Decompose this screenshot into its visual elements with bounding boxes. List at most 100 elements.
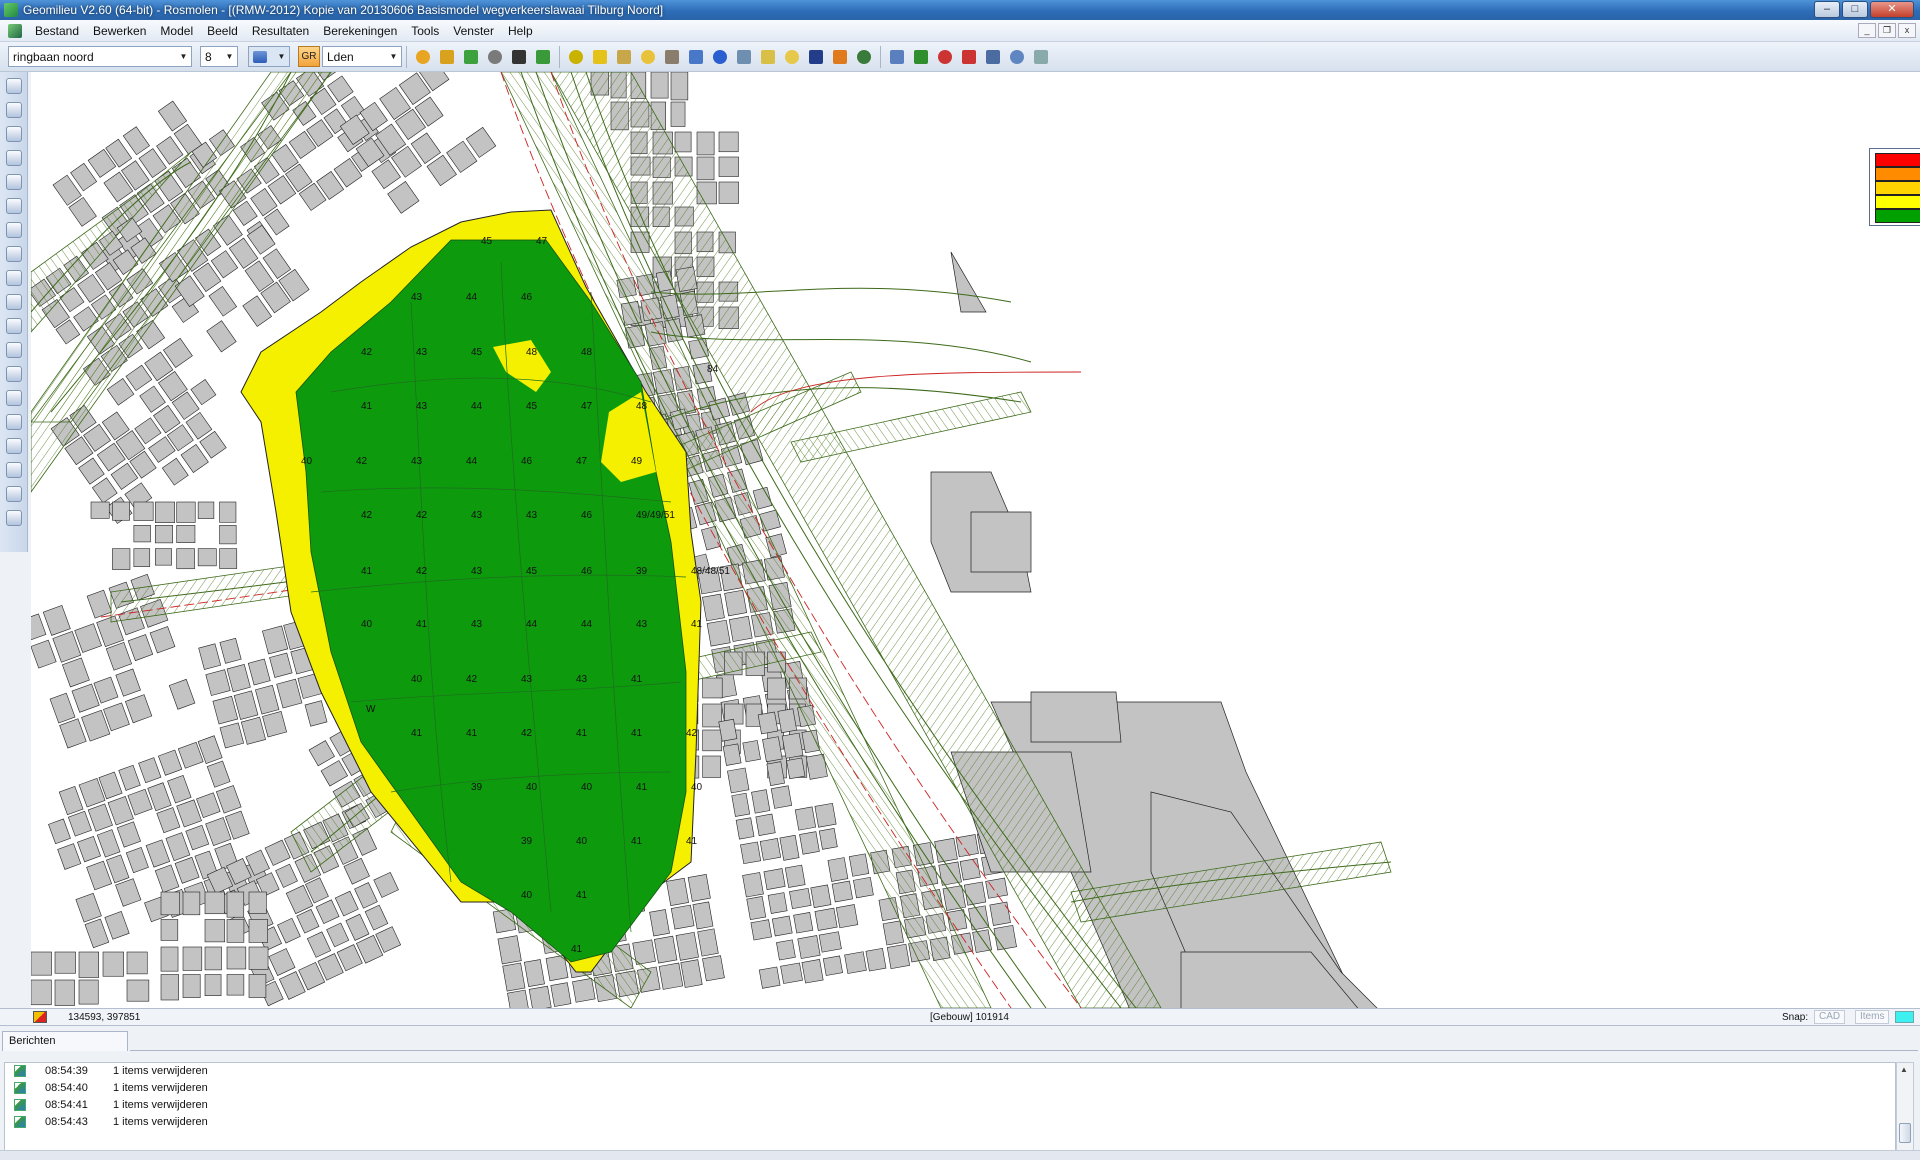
split-tool-icon[interactable]	[5, 270, 22, 286]
move-up-tool-icon[interactable]	[5, 438, 22, 454]
message-row[interactable]: 08:54:40 1 items verwijderen	[5, 1080, 1895, 1097]
menu-model[interactable]: Model	[153, 20, 200, 42]
toolbar-tool-14-icon[interactable]	[733, 46, 755, 68]
message-scrollbar[interactable]: ▲ ▼	[1896, 1062, 1914, 1160]
toolbar-tool-5-icon[interactable]	[508, 46, 530, 68]
toolbar-tool-12-icon[interactable]	[685, 46, 707, 68]
building	[115, 878, 142, 907]
noise-contour-map[interactable]: 45 47 43 44 46 42 43 45 48 48 41 43 44 45 47 48 40 42 43 44…	[31, 72, 1920, 1008]
message-list[interactable]: 08:54:39 1 items verwijderen 08:54:40 1 ite…	[4, 1062, 1896, 1160]
menu-tools[interactable]: Tools	[404, 20, 446, 42]
building	[340, 95, 365, 121]
toolbar-tool-18-icon[interactable]	[829, 46, 851, 68]
toolbar-tool-4-icon[interactable]	[484, 46, 506, 68]
toolbar-tool-13-icon[interactable]	[709, 46, 731, 68]
maximize-button[interactable]: □	[1842, 1, 1868, 18]
snap-cad-toggle[interactable]: CAD	[1814, 1010, 1846, 1024]
rotate-tool-icon[interactable]	[5, 246, 22, 262]
grid-value-label: 46	[581, 566, 593, 577]
building	[133, 501, 154, 521]
toolbar-tool-6-icon[interactable]	[532, 46, 554, 68]
doc-minimize-button[interactable]: _	[1858, 23, 1876, 38]
snap-color-swatch[interactable]	[1895, 1011, 1914, 1023]
building	[801, 959, 824, 984]
refresh-tool-icon[interactable]	[5, 462, 22, 478]
document-icon[interactable]	[8, 23, 22, 38]
scroll-thumb[interactable]	[1899, 1123, 1911, 1143]
building	[831, 880, 853, 903]
building	[182, 891, 201, 916]
toolbar-tool-24-icon[interactable]	[982, 46, 1004, 68]
minimize-button[interactable]: –	[1814, 1, 1840, 18]
toolbar-tool-7-icon[interactable]	[565, 46, 587, 68]
toolbar-tool-8-icon[interactable]	[589, 46, 611, 68]
tab-berichten[interactable]: Berichten	[2, 1031, 128, 1051]
edit-tool-icon[interactable]	[5, 486, 22, 502]
chevron-down-icon[interactable]: ▼	[274, 47, 289, 66]
toolbar-tool-10-icon[interactable]	[637, 46, 659, 68]
measure-tool-icon[interactable]	[5, 222, 22, 238]
menu-berekeningen[interactable]: Berekeningen	[316, 20, 404, 42]
doc-restore-button[interactable]: ❐	[1878, 23, 1896, 38]
zoom-window-tool-icon[interactable]	[5, 126, 22, 142]
street-number-label: 84	[707, 364, 719, 375]
view-mode-select[interactable]: ▼	[248, 46, 290, 67]
flip-tool-icon[interactable]	[5, 318, 22, 334]
building	[204, 919, 226, 943]
delete-tool-icon[interactable]	[5, 174, 22, 190]
toolbar-tool-17-icon[interactable]	[805, 46, 827, 68]
menu-venster[interactable]: Venster	[446, 20, 501, 42]
close-button[interactable]: ✕	[1870, 1, 1914, 18]
toolbar-tool-26-icon[interactable]	[1030, 46, 1052, 68]
message-info-icon	[14, 1065, 26, 1077]
toolbar-tool-16-icon[interactable]	[781, 46, 803, 68]
select-rect-tool-icon[interactable]	[5, 102, 22, 118]
chevron-down-icon[interactable]: ▼	[176, 47, 191, 66]
toolbar-tool-20-icon[interactable]	[886, 46, 908, 68]
message-row[interactable]: 08:54:43 1 items verwijderen	[5, 1114, 1895, 1131]
menu-help[interactable]: Help	[501, 20, 540, 42]
doc-close-button[interactable]: x	[1898, 23, 1916, 38]
toolbar-tool-1-icon[interactable]	[412, 46, 434, 68]
line-tool-icon[interactable]	[5, 390, 22, 406]
menu-bewerken[interactable]: Bewerken	[86, 20, 153, 42]
toolbar-tool-23-icon[interactable]	[958, 46, 980, 68]
pan-tool-icon[interactable]	[5, 342, 22, 358]
chevron-down-icon[interactable]: ▼	[386, 47, 401, 66]
toolbar-tool-11-icon[interactable]	[661, 46, 683, 68]
grid-value-label: 42	[416, 566, 428, 577]
toolbar-tool-19-icon[interactable]	[853, 46, 875, 68]
extent-tool-icon[interactable]	[5, 510, 22, 526]
chevron-down-icon[interactable]: ▼	[222, 47, 237, 66]
toolbar-tool-21-icon[interactable]	[910, 46, 932, 68]
copy-tool-icon[interactable]	[5, 150, 22, 166]
grid-tool-icon[interactable]	[5, 414, 22, 430]
geomilieu-window: Geomilieu V2.60 (64-bit) - Rosmolen - [(…	[0, 0, 1920, 1160]
gr-button[interactable]: GR	[298, 46, 320, 67]
menu-bestand[interactable]: Bestand	[28, 20, 86, 42]
toolbar-tool-3-icon[interactable]	[460, 46, 482, 68]
scale-tool-icon[interactable]	[5, 366, 22, 382]
height-select[interactable]: 8 ▼	[200, 46, 238, 67]
menu-resultaten[interactable]: Resultaten	[245, 20, 316, 42]
map-view[interactable]: 45 47 43 44 46 42 43 45 48 48 41 43 44 45 47 48 40 42 43 44…	[31, 72, 1920, 1008]
snap-items-toggle[interactable]: Items	[1855, 1010, 1890, 1024]
node-tool-icon[interactable]	[5, 294, 22, 310]
layer-color-icon[interactable]	[33, 1011, 47, 1023]
scroll-up-icon[interactable]: ▲	[1900, 1065, 1908, 1074]
rectangle-tool-icon[interactable]	[5, 198, 22, 214]
toolbar-tool-22-icon[interactable]	[934, 46, 956, 68]
unit-select[interactable]: Lden ▼	[322, 46, 402, 67]
building	[157, 100, 188, 132]
message-row[interactable]: 08:54:41 1 items verwijderen	[5, 1097, 1895, 1114]
building	[31, 951, 52, 976]
grid-value-label: 42	[356, 456, 368, 467]
toolbar-tool-15-icon[interactable]	[757, 46, 779, 68]
toolbar-tool-25-icon[interactable]	[1006, 46, 1028, 68]
menu-beeld[interactable]: Beeld	[200, 20, 245, 42]
toolbar-tool-2-icon[interactable]	[436, 46, 458, 68]
layer-select[interactable]: ringbaan noord ▼	[8, 46, 192, 67]
message-row[interactable]: 08:54:39 1 items verwijderen	[5, 1063, 1895, 1080]
pointer-tool-icon[interactable]	[5, 78, 22, 94]
toolbar-tool-9-icon[interactable]	[613, 46, 635, 68]
